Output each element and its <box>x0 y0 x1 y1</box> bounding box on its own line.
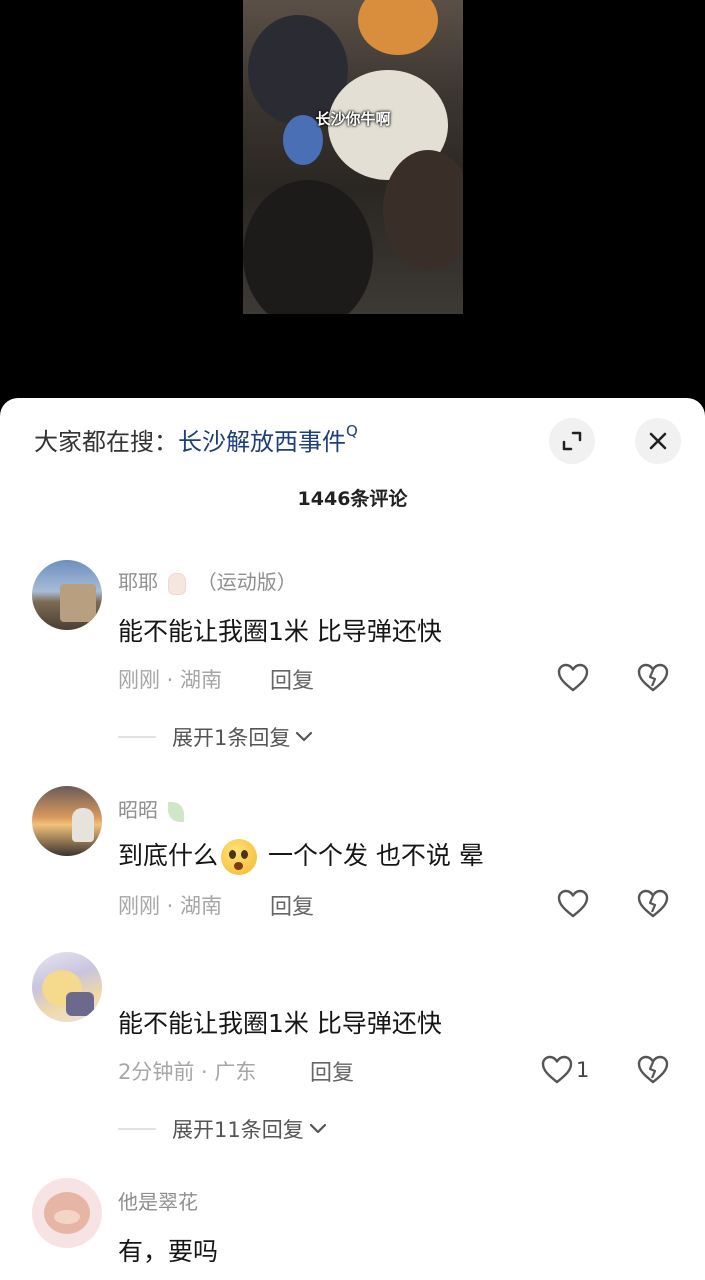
broken-heart-icon <box>637 663 669 692</box>
expand-button[interactable] <box>549 418 595 464</box>
comment-author[interactable]: 他是翠花 <box>118 1186 198 1215</box>
video-player[interactable]: 长沙你牛啊 <box>0 0 705 410</box>
like-button[interactable] <box>556 662 590 694</box>
avatar-icon[interactable] <box>32 952 102 1022</box>
dislike-button[interactable] <box>636 662 670 698</box>
comment-author[interactable]: 耶耶 （运动版） <box>118 566 297 595</box>
avatar-icon[interactable] <box>32 1178 102 1248</box>
dislike-button[interactable] <box>636 888 670 924</box>
comment-author[interactable]: 昭昭 <box>118 794 185 823</box>
avatar-detail <box>72 808 94 842</box>
comment-count: 1446条评论 <box>297 488 408 510</box>
emoji-eye <box>241 850 249 859</box>
search-term-link[interactable]: 长沙解放西事件 <box>178 428 346 456</box>
avatar-detail <box>66 992 94 1016</box>
divider <box>118 1128 156 1130</box>
comment-text: 有，要吗 <box>118 1237 219 1266</box>
video-figure <box>358 0 438 55</box>
heart-icon <box>557 889 589 918</box>
video-figure <box>243 180 373 314</box>
emoji-eye <box>229 850 237 859</box>
chevron-down-icon <box>296 731 313 742</box>
expand-replies[interactable]: 展开11条回复 <box>118 1114 328 1144</box>
shocked-face-emoji-icon <box>221 839 258 875</box>
heart-icon <box>557 663 589 692</box>
comment-text: 能不能让我圈1米 比导弹还快 <box>118 617 442 646</box>
broken-heart-icon <box>637 889 669 918</box>
avatar-detail <box>54 1210 80 1224</box>
leaf-icon <box>168 801 185 822</box>
comment-sheet: 大家都在搜：长沙解放西事件Q 1446条评论 耶耶 （运动版） 能不能让我圈1米… <box>0 398 705 1280</box>
comment-meta: 刚刚 · 湖南 <box>118 894 223 918</box>
reply-button[interactable]: 回复 <box>270 663 314 695</box>
divider <box>118 736 156 738</box>
search-label: 大家都在搜： <box>34 428 178 456</box>
like-button[interactable] <box>556 888 590 920</box>
emoji-mouth <box>234 862 244 870</box>
search-icon: Q <box>346 422 358 440</box>
expand-replies[interactable]: 展开1条回复 <box>118 722 314 752</box>
video-figure <box>383 150 463 270</box>
chevron-down-icon <box>309 1123 326 1134</box>
reply-button[interactable]: 回复 <box>310 1055 354 1087</box>
dislike-button[interactable] <box>636 1054 670 1090</box>
video-frame[interactable]: 长沙你牛啊 <box>243 0 463 314</box>
search-suggestion[interactable]: 大家都在搜：长沙解放西事件Q <box>34 422 358 457</box>
avatar-icon[interactable] <box>32 786 102 856</box>
reply-button[interactable]: 回复 <box>270 889 314 921</box>
comment-text: 到底什么 一个个发 也不说 晕 <box>118 836 484 875</box>
expand-icon <box>562 431 582 451</box>
comment-meta: 2分钟前 · 广东 <box>118 1060 257 1084</box>
like-button[interactable]: 1 <box>540 1054 589 1086</box>
close-icon <box>649 432 667 450</box>
comment-meta: 刚刚 · 湖南 <box>118 668 223 692</box>
comment-text: 能不能让我圈1米 比导弹还快 <box>118 1009 442 1038</box>
like-count: 1 <box>576 1058 590 1082</box>
avatar-icon[interactable] <box>32 560 102 630</box>
video-caption: 长沙你牛啊 <box>315 110 391 128</box>
hand-emoji-icon <box>168 572 187 595</box>
heart-icon <box>541 1055 573 1084</box>
broken-heart-icon <box>637 1055 669 1084</box>
close-button[interactable] <box>635 418 681 464</box>
avatar-detail <box>60 584 96 622</box>
